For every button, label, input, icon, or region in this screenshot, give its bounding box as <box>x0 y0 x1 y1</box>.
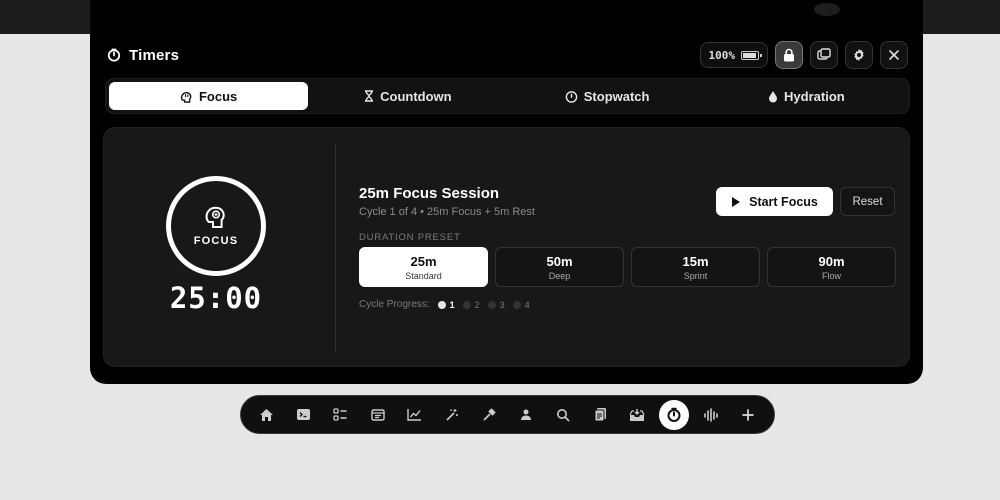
tab-countdown[interactable]: Countdown <box>308 82 507 110</box>
timer-icon <box>107 48 121 62</box>
reset-button[interactable]: Reset <box>840 187 895 216</box>
cycle-dot <box>462 300 471 309</box>
preset-value: 90m <box>818 253 845 269</box>
dock-checklist[interactable] <box>322 400 359 430</box>
focus-ring: FOCUS <box>166 176 266 276</box>
duration-preset-label: DURATION PRESET <box>359 232 461 243</box>
cycle-step-number: 1 <box>449 299 455 310</box>
dock-timers[interactable] <box>659 399 690 430</box>
settings-button[interactable] <box>845 41 873 69</box>
dock-home[interactable] <box>248 400 285 430</box>
duration-presets: 25m Standard 50m Deep 15m Sprint 90m Flo… <box>359 247 896 287</box>
timers-window: Timers 100% Focus Countdown Stopwatch Hy… <box>90 0 923 384</box>
dock-terminal[interactable] <box>285 400 322 430</box>
dock-calendar[interactable] <box>359 400 396 430</box>
close-icon <box>888 49 900 61</box>
battery-percent: 100% <box>708 48 736 62</box>
start-focus-label: Start Focus <box>749 194 818 209</box>
documents-icon <box>594 407 607 422</box>
lock-button[interactable] <box>775 41 803 69</box>
waveform-icon <box>703 407 719 422</box>
inbox-icon <box>629 408 645 422</box>
cycle-step-number: 2 <box>474 299 480 310</box>
cycle-step-number: 3 <box>499 299 505 310</box>
dock-documents[interactable] <box>582 400 619 430</box>
cycle-step: 1 <box>437 299 455 310</box>
session-title: 25m Focus Session <box>359 185 500 202</box>
camera-notch <box>814 3 840 16</box>
head-brain-icon <box>205 205 227 229</box>
stopwatch-icon <box>565 90 578 103</box>
preset-value: 25m <box>410 253 437 269</box>
dock-magic[interactable] <box>433 400 470 430</box>
dock-audio[interactable] <box>693 400 730 430</box>
dock-inbox[interactable] <box>619 400 656 430</box>
cycle-dot <box>437 300 446 309</box>
battery-icon <box>741 50 762 60</box>
window-title: Timers <box>129 46 180 64</box>
cycle-step: 3 <box>487 299 505 310</box>
preset-name: Flow <box>821 270 841 281</box>
preset-name: Sprint <box>683 270 708 281</box>
calendar-icon <box>371 408 385 421</box>
header-actions: 100% <box>699 41 908 69</box>
cycle-step: 4 <box>512 299 530 310</box>
dock-search[interactable] <box>545 400 582 430</box>
tab-focus[interactable]: Focus <box>109 82 309 110</box>
preset-50m[interactable]: 50m Deep <box>495 247 624 287</box>
cycle-step-number: 4 <box>524 299 530 310</box>
gear-icon <box>852 48 866 62</box>
preset-90m[interactable]: 90m Flow <box>767 247 896 287</box>
eyedropper-icon <box>482 407 496 422</box>
preset-25m[interactable]: 25m Standard <box>359 247 488 287</box>
preset-value: 50m <box>546 253 573 269</box>
cycle-dot <box>512 300 521 309</box>
tab-label: Countdown <box>380 88 452 104</box>
play-icon <box>731 196 741 208</box>
timer-tabs: Focus Countdown Stopwatch Hydration <box>105 78 910 114</box>
timer-display: 25:00 <box>169 281 263 315</box>
preset-name: Standard <box>405 270 442 281</box>
tab-hydration[interactable]: Hydration <box>707 82 906 110</box>
lock-icon <box>783 48 795 62</box>
focus-panel: FOCUS 25:00 25m Focus Session Cycle 1 of… <box>103 127 910 367</box>
preset-15m[interactable]: 15m Sprint <box>631 247 760 287</box>
start-focus-button[interactable]: Start Focus <box>716 187 833 216</box>
dock-analytics[interactable] <box>396 400 433 430</box>
tab-label: Hydration <box>784 88 845 104</box>
battery-indicator: 100% <box>699 42 768 68</box>
tab-label: Stopwatch <box>583 88 650 104</box>
window-header: Timers <box>107 46 179 64</box>
magic-wand-icon <box>445 408 459 422</box>
timer-icon <box>666 407 682 423</box>
terminal-icon <box>296 408 311 421</box>
checklist-icon <box>333 408 348 421</box>
close-button[interactable] <box>880 41 908 69</box>
chart-icon <box>407 408 422 421</box>
search-icon <box>556 408 570 422</box>
cycle-progress-label: Cycle Progress: <box>359 299 430 310</box>
preset-value: 15m <box>682 253 709 269</box>
hourglass-icon <box>364 90 374 102</box>
app-dock <box>240 395 775 434</box>
preset-name: Deep <box>548 270 571 281</box>
brain-icon <box>180 90 193 103</box>
contact-icon <box>519 408 533 421</box>
cycle-progress: Cycle Progress: 1 2 3 4 <box>359 299 530 310</box>
tab-stopwatch[interactable]: Stopwatch <box>508 82 707 110</box>
cycle-step: 2 <box>462 299 480 310</box>
drop-icon <box>768 90 778 103</box>
home-icon <box>259 408 274 422</box>
tab-label: Focus <box>198 88 238 104</box>
windows-icon <box>817 48 831 62</box>
dock-contacts[interactable] <box>507 400 544 430</box>
plus-icon <box>742 408 755 421</box>
panel-divider <box>335 144 336 352</box>
dock-add[interactable] <box>730 400 767 430</box>
window-mode-button[interactable] <box>810 41 838 69</box>
cycle-dot <box>487 300 496 309</box>
session-subtitle: Cycle 1 of 4 • 25m Focus + 5m Rest <box>359 206 535 218</box>
focus-ring-label: FOCUS <box>193 235 239 247</box>
dock-eyedropper[interactable] <box>470 400 507 430</box>
